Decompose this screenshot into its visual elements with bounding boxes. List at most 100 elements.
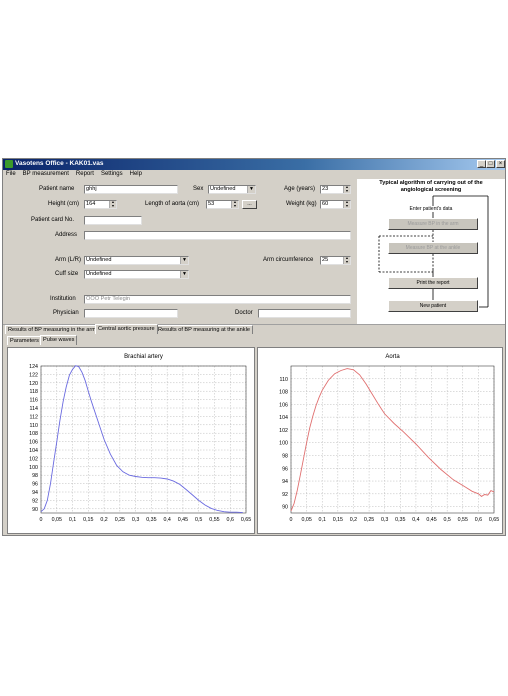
chevron-down-icon[interactable]: ▼ bbox=[247, 186, 255, 193]
menu-report[interactable]: Report bbox=[76, 170, 94, 179]
sex-select[interactable]: Undefined ▼ bbox=[208, 185, 256, 194]
spinner-icon[interactable]: ▲ ▼ bbox=[343, 257, 350, 264]
tab-pulse-waves[interactable]: Pulse waves bbox=[40, 335, 78, 345]
y-tick-label: 100 bbox=[279, 441, 288, 447]
window-title: Vasotens Office - KAK01.vas bbox=[15, 160, 104, 167]
close-button[interactable]: × bbox=[496, 160, 505, 168]
tab-arm-results[interactable]: Results of BP measuring in the arm bbox=[5, 325, 99, 334]
sex-select-value: Undefined bbox=[210, 186, 236, 192]
x-tick-label: 0,4 bbox=[163, 517, 170, 523]
x-tick-label: 0,35 bbox=[395, 517, 405, 523]
x-tick-label: 0,5 bbox=[443, 517, 450, 523]
title-bar: Vasotens Office - KAK01.vas _ □ × bbox=[3, 159, 505, 170]
y-tick-label: 94 bbox=[32, 490, 38, 496]
institution-field[interactable]: OOO Petr Telegin bbox=[84, 295, 351, 304]
y-tick-label: 108 bbox=[29, 431, 38, 437]
card-no-label: Patient card No. bbox=[31, 217, 75, 223]
card-no-field[interactable] bbox=[84, 216, 142, 225]
y-tick-label: 100 bbox=[29, 465, 38, 471]
patient-name-field[interactable]: ghhj bbox=[84, 185, 178, 194]
arm-circumference-label: Arm circumference bbox=[263, 257, 314, 263]
tab-central-aortic-pressure[interactable]: Central aortic pressure bbox=[95, 324, 158, 334]
x-tick-label: 0,15 bbox=[83, 517, 93, 523]
y-tick-label: 90 bbox=[32, 507, 38, 513]
address-field[interactable] bbox=[84, 231, 351, 240]
y-tick-label: 116 bbox=[30, 398, 38, 404]
measure-arm-button[interactable]: Measure BP in the arm bbox=[388, 218, 478, 230]
x-tick-label: 0,6 bbox=[227, 517, 234, 523]
spinner-icon[interactable]: ▲ ▼ bbox=[343, 186, 350, 193]
x-tick-label: 0,45 bbox=[178, 517, 188, 523]
print-report-button[interactable]: Print the report bbox=[388, 277, 478, 289]
x-tick-label: 0,25 bbox=[364, 517, 374, 523]
menu-file[interactable]: File bbox=[6, 170, 16, 179]
patient-name-label: Patient name bbox=[39, 186, 75, 192]
height-field[interactable]: 164 ▲ ▼ bbox=[84, 200, 117, 209]
cuff-size-label: Cuff size bbox=[55, 271, 79, 277]
brachial-chart-pane: Brachial artery 90 92 94 96 98 100 102 104 106 108… bbox=[7, 347, 255, 534]
chart-title: Brachial artery bbox=[124, 354, 163, 360]
cuff-size-select[interactable]: Undefined ▼ bbox=[84, 270, 189, 279]
chevron-down-icon[interactable]: ▼ bbox=[180, 271, 188, 278]
menu-bp-measurement[interactable]: BP measurement bbox=[23, 170, 69, 179]
aorta-calc-button[interactable]: ... bbox=[242, 200, 257, 209]
y-tick-label: 90 bbox=[282, 505, 288, 511]
address-label: Address bbox=[55, 232, 78, 238]
aorta-length-field[interactable]: 53 ▲ ▼ bbox=[206, 200, 239, 209]
vasotens-app-icon bbox=[5, 160, 13, 168]
tab-parameters[interactable]: Parameters bbox=[7, 336, 42, 345]
age-field[interactable]: 23 ▲ ▼ bbox=[320, 185, 351, 194]
y-tick-label: 104 bbox=[29, 448, 38, 454]
y-tick-label: 110 bbox=[30, 423, 38, 429]
weight-field[interactable]: 60 ▲ ▼ bbox=[320, 200, 351, 209]
y-tick-label: 92 bbox=[32, 498, 38, 504]
menu-help[interactable]: Help bbox=[130, 170, 142, 179]
y-tick-label: 112 bbox=[30, 414, 38, 420]
step-enter-data: Enter patient's data bbox=[409, 206, 453, 212]
y-tick-label: 120 bbox=[29, 381, 38, 387]
y-tick-label: 96 bbox=[282, 466, 288, 472]
aorta-length-value: 53 bbox=[208, 201, 215, 207]
y-tick-label: 122 bbox=[29, 372, 38, 378]
x-tick-label: 0,1 bbox=[69, 517, 76, 523]
aorta-length-label: Length of aorta (cm) bbox=[145, 201, 200, 207]
y-tick-label: 108 bbox=[279, 390, 288, 396]
x-tick-label: 0,1 bbox=[319, 517, 326, 523]
menu-settings[interactable]: Settings bbox=[101, 170, 123, 179]
age-label: Age (years) bbox=[284, 186, 316, 192]
y-tick-label: 118 bbox=[30, 389, 38, 395]
chart-title: Aorta bbox=[385, 354, 400, 360]
y-tick-label: 124 bbox=[29, 364, 38, 370]
doctor-field[interactable] bbox=[258, 309, 351, 318]
minimize-button[interactable]: _ bbox=[477, 160, 486, 168]
physician-field[interactable] bbox=[84, 309, 178, 318]
x-tick-label: 0,55 bbox=[209, 517, 219, 523]
height-value: 164 bbox=[86, 201, 96, 207]
spinner-icon[interactable]: ▲ ▼ bbox=[343, 201, 350, 208]
x-tick-label: 0,35 bbox=[146, 517, 156, 523]
arm-select[interactable]: Undefined ▼ bbox=[84, 256, 189, 265]
x-tick-label: 0,5 bbox=[195, 517, 202, 523]
spinner-icon[interactable]: ▲ ▼ bbox=[231, 201, 238, 208]
x-tick-label: 0,65 bbox=[489, 517, 499, 523]
y-tick-label: 106 bbox=[29, 440, 38, 446]
x-tick-label: 0 bbox=[40, 517, 43, 523]
y-tick-label: 114 bbox=[30, 406, 38, 412]
spinner-icon[interactable]: ▲ ▼ bbox=[109, 201, 116, 208]
y-tick-label: 102 bbox=[29, 456, 38, 462]
new-patient-button[interactable]: New patient bbox=[388, 300, 478, 312]
physician-label: Physician bbox=[53, 310, 79, 316]
age-value: 23 bbox=[322, 186, 329, 192]
measure-ankle-button[interactable]: Measure BP at the ankle bbox=[388, 242, 478, 254]
maximize-button[interactable]: □ bbox=[486, 160, 495, 168]
x-tick-label: 0,55 bbox=[458, 517, 468, 523]
y-tick-label: 94 bbox=[282, 479, 288, 485]
tab-ankle-results[interactable]: Results of BP measuring at the ankle bbox=[155, 325, 253, 334]
x-tick-label: 0,2 bbox=[350, 517, 357, 523]
x-tick-label: 0,6 bbox=[475, 517, 482, 523]
y-tick-label: 96 bbox=[32, 482, 38, 488]
arm-circumference-field[interactable]: 25 ▲ ▼ bbox=[320, 256, 351, 265]
chevron-down-icon[interactable]: ▼ bbox=[180, 257, 188, 264]
x-tick-label: 0,65 bbox=[241, 517, 251, 523]
plot-frame bbox=[290, 365, 495, 514]
